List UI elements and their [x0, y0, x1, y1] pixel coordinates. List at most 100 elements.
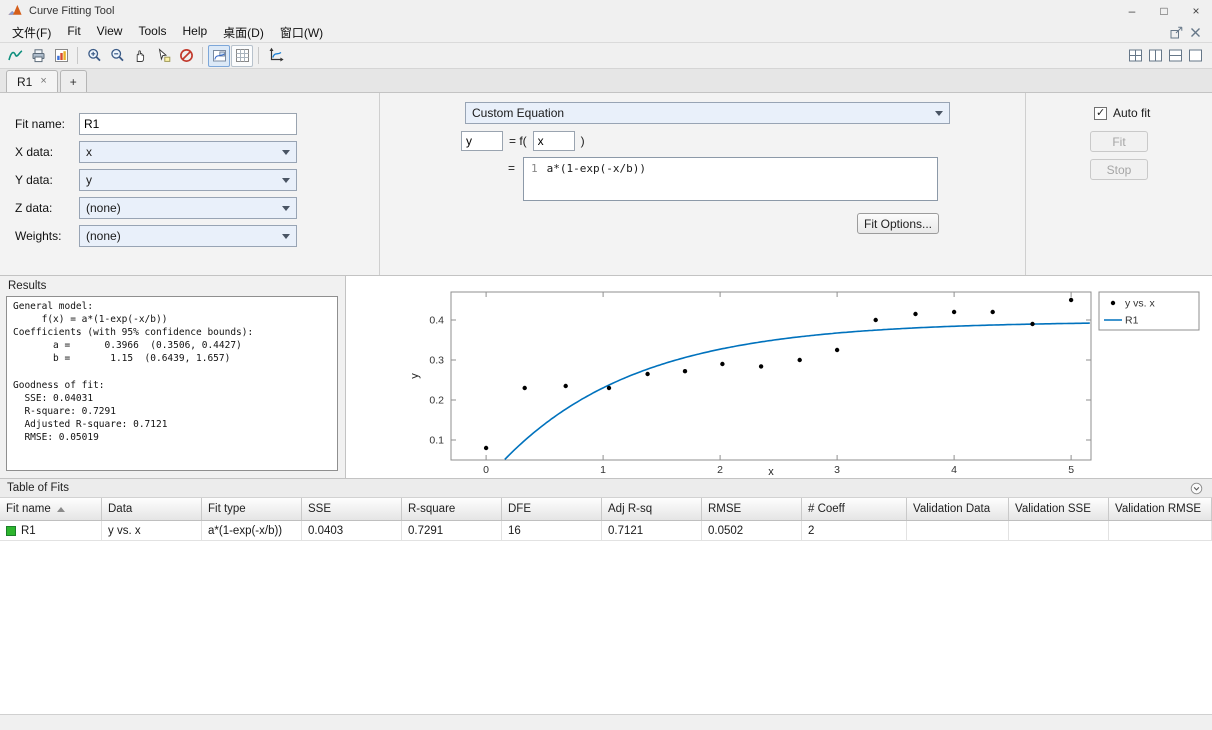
fit-category-select[interactable]: Custom Equation [465, 102, 950, 124]
auto-fit-checkbox[interactable] [1094, 106, 1107, 120]
close-panel-icon[interactable] [1187, 24, 1204, 41]
independent-variable-input[interactable] [532, 131, 575, 151]
fit-category-value: Custom Equation [472, 106, 565, 120]
equation-editor[interactable]: 1 a*(1-exp(-x/b)) [523, 157, 938, 201]
column-header-adj-r-sq[interactable]: Adj R-sq [602, 498, 702, 520]
tab-label: R1 [17, 74, 33, 89]
cell-validation-rmse [1109, 521, 1212, 541]
curve-fitting-tool-window: Curve Fitting Tool – □ × 文件(F) Fit View Too… [0, 0, 1212, 730]
zoom-out-icon[interactable] [106, 45, 128, 67]
menu-tools[interactable]: Tools [130, 23, 174, 42]
svg-text:1: 1 [600, 464, 606, 476]
exclude-outliers-icon[interactable] [175, 45, 197, 67]
cell-dfe: 16 [502, 521, 602, 541]
chevron-down-icon [282, 149, 290, 155]
tile-single-icon[interactable] [1187, 47, 1204, 64]
svg-text:y: y [409, 373, 421, 379]
menu-bar: 文件(F) Fit View Tools Help 桌面(D) 窗口(W) [0, 22, 1212, 43]
menu-view[interactable]: View [89, 23, 131, 42]
tile-grid-icon[interactable] [1127, 47, 1144, 64]
column-header-r-square[interactable]: R-square [402, 498, 502, 520]
pan-icon[interactable] [129, 45, 151, 67]
menu-file[interactable]: 文件(F) [4, 23, 59, 42]
fit-name-input[interactable] [79, 113, 297, 135]
chevron-down-icon [282, 233, 290, 239]
zoom-in-icon[interactable] [83, 45, 105, 67]
table-column-headers: Fit name Data Fit type SSE R-square DFE Adj R-… [0, 498, 1212, 521]
fit-button[interactable]: Fit [1090, 131, 1148, 152]
plot-panel: 0 1 2 3 4 5 0.1 0.2 0.3 0.4 x y y vs. x R1 [346, 276, 1212, 478]
column-header-fit-name[interactable]: Fit name [0, 498, 102, 520]
auto-fit-label: Auto fit [1113, 106, 1151, 120]
close-button[interactable]: × [1180, 0, 1212, 22]
svg-text:0.4: 0.4 [429, 315, 444, 327]
cell-validation-sse [1009, 521, 1109, 541]
results-panel-title: Results [8, 280, 47, 292]
x-data-select[interactable]: x [79, 141, 297, 163]
cell-coeff: 2 [802, 521, 907, 541]
column-header-validation-data[interactable]: Validation Data [907, 498, 1009, 520]
menu-fit[interactable]: Fit [59, 23, 88, 42]
add-tab-button[interactable]: + [59, 70, 87, 92]
menu-help[interactable]: Help [174, 23, 215, 42]
auto-fit-control[interactable]: Auto fit [1094, 106, 1150, 120]
minimize-button[interactable]: – [1116, 0, 1148, 22]
tab-r1[interactable]: R1 × [6, 70, 58, 92]
dependent-variable-input[interactable] [461, 131, 503, 151]
undock-icon[interactable] [1168, 24, 1185, 41]
column-label: # Coeff [808, 503, 845, 515]
tile-left-icon[interactable] [1147, 47, 1164, 64]
stop-button[interactable]: Stop [1090, 159, 1148, 180]
legend-toggle-icon[interactable] [208, 44, 230, 67]
maximize-button[interactable]: □ [1148, 0, 1180, 22]
menu-desktop[interactable]: 桌面(D) [215, 23, 272, 42]
menu-window[interactable]: 窗口(W) [272, 23, 331, 42]
fit-name-label: Fit name: [15, 117, 66, 131]
column-header-validation-rmse[interactable]: Validation RMSE [1109, 498, 1212, 520]
weights-value: (none) [86, 229, 121, 243]
column-label: R-square [408, 503, 456, 515]
grid-toggle-icon[interactable] [231, 44, 253, 67]
column-header-dfe[interactable]: DFE [502, 498, 602, 520]
y-data-value: y [86, 173, 92, 187]
y-data-select[interactable]: y [79, 169, 297, 191]
column-label: Fit type [208, 503, 246, 515]
results-and-plot-row: Results General model: f(x) = a*(1-exp(-… [0, 276, 1212, 479]
column-label: SSE [308, 503, 332, 515]
fit-table-row[interactable]: R1 y vs. x a*(1-exp(-x/b)) 0.0403 0.7291 16 0.… [0, 521, 1212, 541]
axes-limits-icon[interactable] [264, 45, 286, 67]
data-selection-fields: Fit name:X data:xY data:yZ data:(none)We… [0, 93, 380, 275]
weights-label: Weights: [15, 229, 62, 243]
results-box: General model: f(x) = a*(1-exp(-x/b)) Co… [6, 296, 338, 471]
column-header-rmse[interactable]: RMSE [702, 498, 802, 520]
fit-settings-panel: Fit name:X data:xY data:yZ data:(none)We… [0, 93, 1212, 276]
column-label: Validation RMSE [1115, 503, 1202, 515]
x-data-label: X data: [15, 145, 54, 159]
table-empty-area [0, 541, 1212, 714]
fit-options-button[interactable]: Fit Options... [857, 213, 939, 234]
new-fit-icon[interactable] [4, 45, 26, 67]
table-rows: R1 y vs. x a*(1-exp(-x/b)) 0.0403 0.7291 16 0.… [0, 521, 1212, 541]
column-header-validation-sse[interactable]: Validation SSE [1009, 498, 1109, 520]
svg-text:0.3: 0.3 [429, 355, 444, 367]
z-data-select[interactable]: (none) [79, 197, 297, 219]
svg-text:2: 2 [717, 464, 723, 476]
datacursor-icon[interactable] [152, 45, 174, 67]
collapse-circle-icon[interactable] [1188, 480, 1205, 497]
weights-select[interactable]: (none) [79, 225, 297, 247]
cell-sse: 0.0403 [302, 521, 402, 541]
column-header-data[interactable]: Data [102, 498, 202, 520]
svg-text:y vs. x: y vs. x [1125, 298, 1156, 310]
column-header-sse[interactable]: SSE [302, 498, 402, 520]
figure-palette-icon[interactable] [50, 45, 72, 67]
fit-plot[interactable]: 0 1 2 3 4 5 0.1 0.2 0.3 0.4 x y y vs. x R1 [346, 276, 1211, 479]
menu-right-controls [1168, 24, 1208, 41]
tile-bottom-icon[interactable] [1167, 47, 1184, 64]
matlab-logo-icon [6, 3, 23, 20]
svg-text:3: 3 [834, 464, 840, 476]
print-icon[interactable] [27, 45, 49, 67]
column-header-coeff[interactable]: # Coeff [802, 498, 907, 520]
svg-text:R1: R1 [1125, 315, 1139, 327]
column-header-fit-type[interactable]: Fit type [202, 498, 302, 520]
tab-close-icon[interactable]: × [40, 76, 46, 87]
